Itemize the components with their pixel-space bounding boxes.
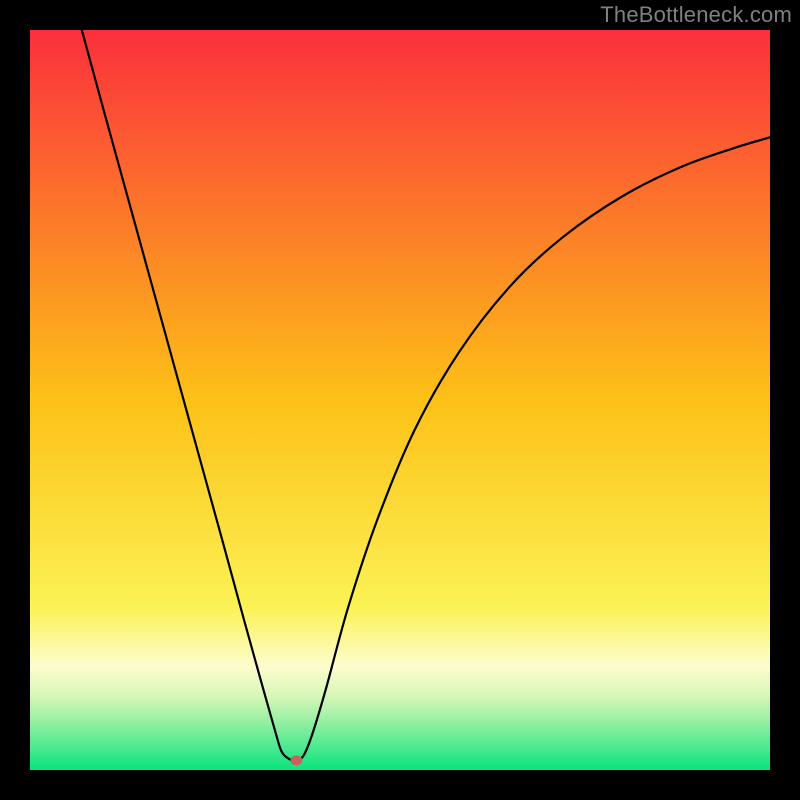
chart-svg <box>30 30 770 770</box>
min-point-marker <box>290 755 302 765</box>
chart-frame: TheBottleneck.com <box>0 0 800 800</box>
plot-area <box>30 30 770 770</box>
watermark-text: TheBottleneck.com <box>600 2 792 28</box>
gradient-background <box>30 30 770 770</box>
